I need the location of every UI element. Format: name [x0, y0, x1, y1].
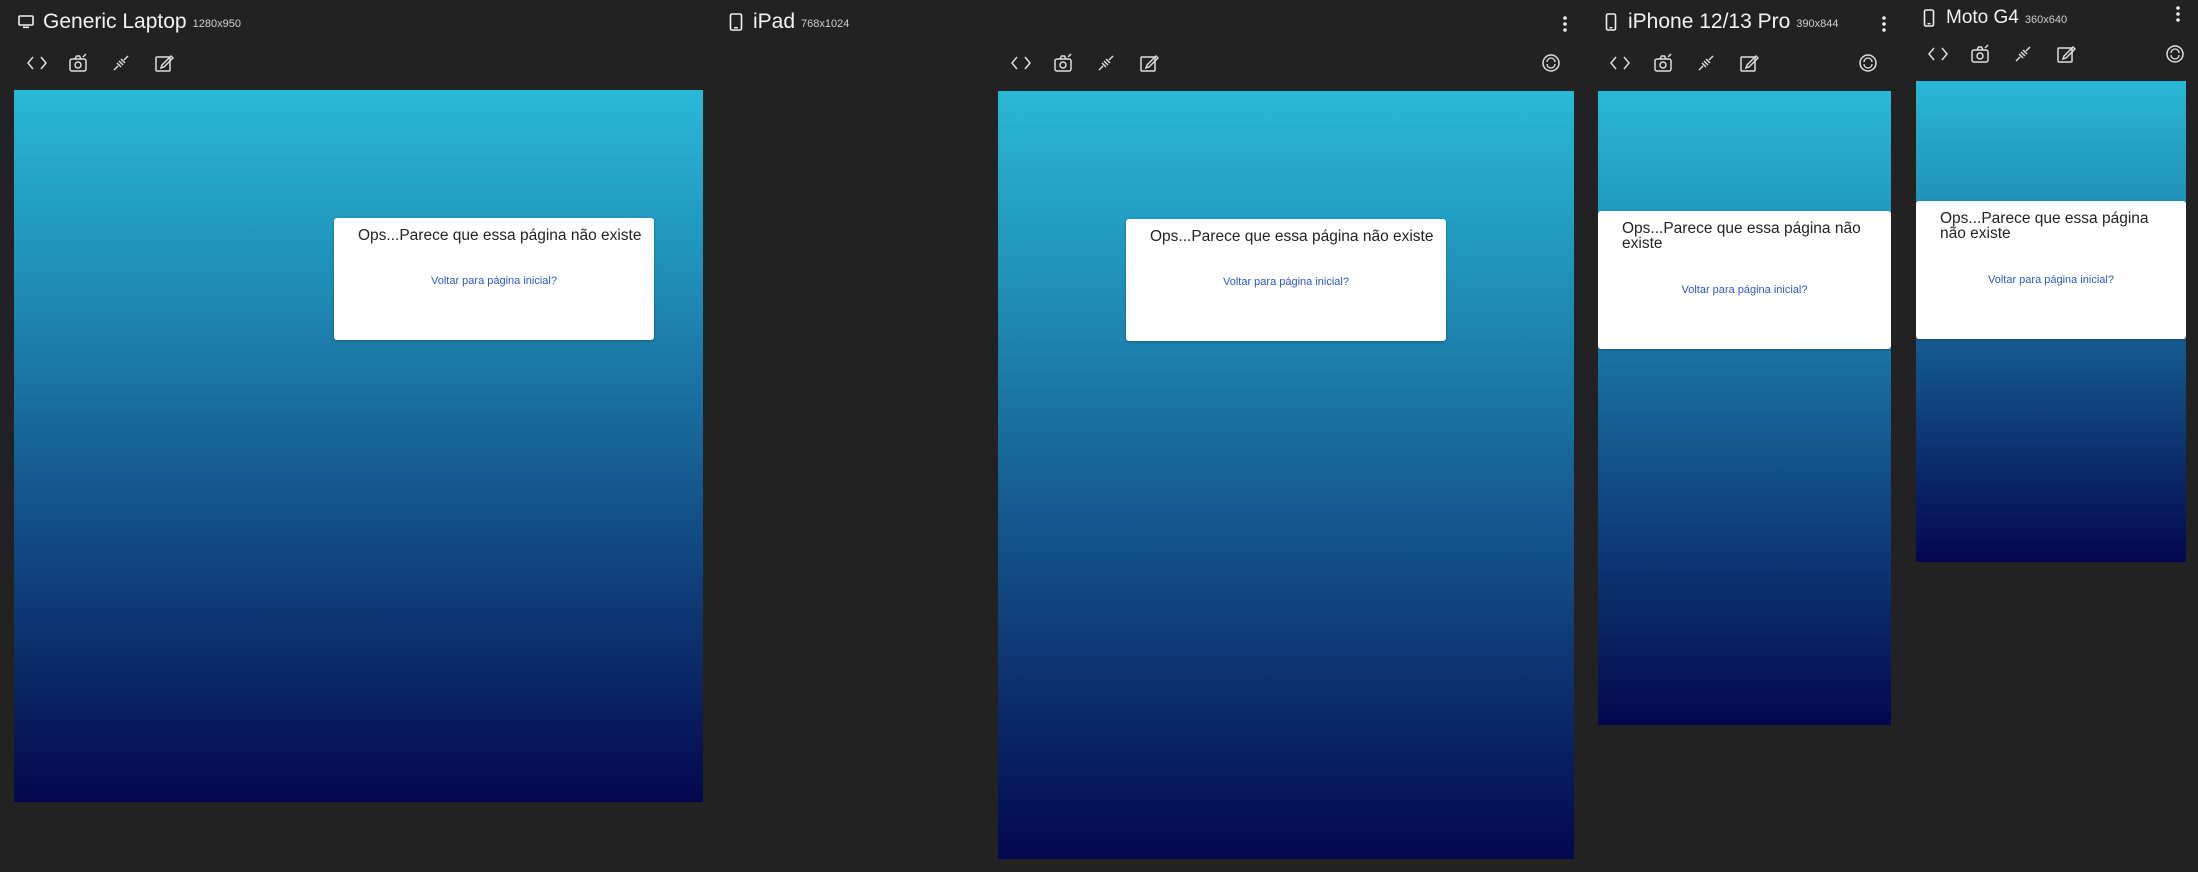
device-resolution: 1280x950 — [192, 18, 241, 30]
not-found-message: Ops...Parece que essa página não existe — [358, 227, 642, 244]
not-found-card: Ops...Parece que essa página não existe … — [1598, 211, 1891, 349]
rotate-icon[interactable] — [1853, 48, 1883, 78]
disconnect-icon[interactable] — [2008, 39, 2038, 69]
device-viewport: Ops...Parece que essa página não existe … — [1916, 81, 2186, 562]
back-home-link[interactable]: Voltar para página inicial? — [1598, 284, 1891, 296]
device-header: Generic Laptop 1280x950 — [0, 0, 703, 44]
device-header: iPhone 12/13 Pro 390x844 — [1597, 0, 1903, 44]
screenshot-icon[interactable] — [1048, 48, 1078, 78]
not-found-card: Ops...Parece que essa página não existe … — [1126, 219, 1446, 341]
not-found-message: Ops...Parece que essa página não existe — [1940, 210, 2149, 242]
screenshot-icon[interactable] — [1648, 48, 1678, 78]
code-icon[interactable] — [1923, 39, 1953, 69]
code-icon[interactable] — [1605, 48, 1635, 78]
back-home-link[interactable]: Voltar para página inicial? — [1126, 276, 1446, 288]
device-viewport: Ops...Parece que essa página não existe … — [1598, 91, 1891, 725]
edit-icon[interactable] — [1734, 48, 1764, 78]
device-toolbar — [0, 48, 703, 88]
not-found-message: Ops...Parece que essa página não existe — [1622, 220, 1861, 252]
back-home-link[interactable]: Voltar para página inicial? — [1916, 274, 2186, 286]
not-found-message: Ops...Parece que essa página não existe — [1150, 228, 1434, 245]
more-options-icon[interactable] — [2171, 4, 2185, 24]
screenshot-icon[interactable] — [1965, 39, 1995, 69]
back-home-link[interactable]: Voltar para página inicial? — [334, 275, 654, 287]
device-header: iPad 768x1024 — [703, 0, 1602, 44]
screenshot-icon[interactable] — [63, 48, 93, 78]
rotate-icon[interactable] — [1536, 48, 1566, 78]
device-panel-generic-laptop: Generic Laptop 1280x950 Ops...Parece que… — [0, 0, 703, 872]
not-found-card: Ops...Parece que essa página não existe … — [334, 218, 654, 340]
device-toolbar — [1597, 48, 1903, 88]
not-found-card: Ops...Parece que essa página não existe … — [1916, 201, 2186, 339]
disconnect-icon[interactable] — [106, 48, 136, 78]
disconnect-icon[interactable] — [1691, 48, 1721, 78]
tablet-icon — [725, 11, 747, 33]
phone-icon — [1918, 7, 1940, 29]
device-header: Moto G4 360x640 — [1903, 0, 2198, 36]
device-viewport: Ops...Parece que essa página não existe … — [14, 90, 703, 802]
more-options-icon[interactable] — [1558, 14, 1572, 34]
device-panel-iphone: iPhone 12/13 Pro 390x844 Ops...Parece qu… — [1597, 0, 1903, 872]
edit-icon[interactable] — [2051, 39, 2081, 69]
rotate-icon[interactable] — [2160, 39, 2190, 69]
device-name: Generic Laptop — [43, 10, 187, 33]
device-resolution: 390x844 — [1796, 18, 1839, 30]
code-icon[interactable] — [22, 48, 52, 78]
edit-icon[interactable] — [1134, 48, 1164, 78]
device-name: iPad — [753, 10, 796, 33]
device-toolbar — [1903, 39, 2198, 79]
code-icon[interactable] — [1006, 48, 1036, 78]
device-resolution: 360x640 — [2024, 14, 2068, 26]
device-resolution: 768x1024 — [801, 18, 850, 30]
device-name: Moto G4 — [1946, 7, 2019, 28]
more-options-icon[interactable] — [1877, 14, 1891, 34]
laptop-icon — [15, 11, 37, 33]
phone-icon — [1600, 11, 1622, 33]
edit-icon[interactable] — [149, 48, 179, 78]
device-viewport: Ops...Parece que essa página não existe … — [998, 91, 1574, 859]
device-panel-ipad: iPad 768x1024 Ops...Parece que essa pági… — [703, 0, 1602, 872]
device-panel-moto-g4: Moto G4 360x640 Ops...Parece que essa pá… — [1903, 0, 2198, 872]
device-name: iPhone 12/13 Pro — [1628, 10, 1791, 33]
disconnect-icon[interactable] — [1091, 48, 1121, 78]
device-toolbar — [703, 48, 1602, 88]
